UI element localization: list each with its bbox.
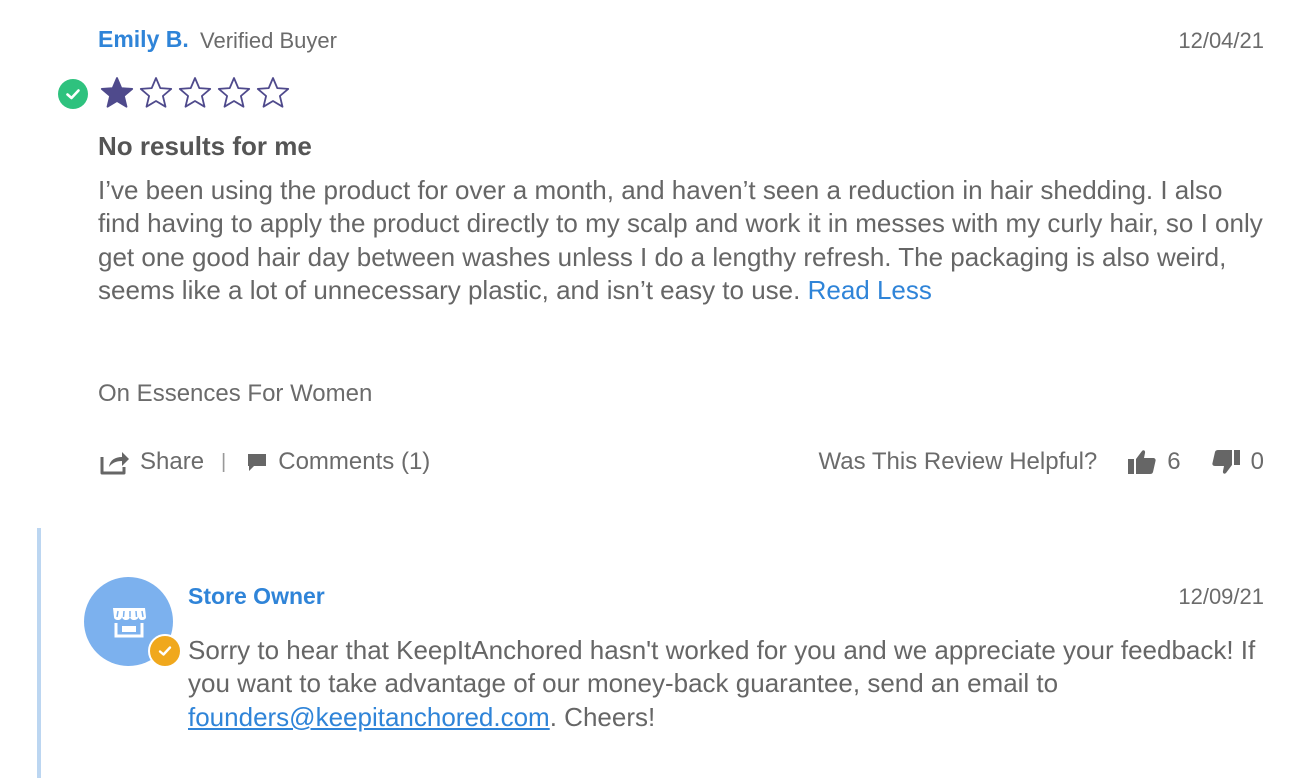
review-title: No results for me [98,131,312,161]
owner-verified-badge [148,634,182,668]
review-text: I’ve been using the product for over a m… [98,175,1263,306]
review-date: 12/04/21 [1178,28,1264,53]
share-icon [100,452,129,475]
thumbs-up-icon [1128,450,1156,474]
review-actions: Share | Comments (1) [98,444,430,480]
verified-check-icon [58,79,88,109]
star-rating [100,76,290,110]
reviewer-name[interactable]: Emily B. [98,26,189,53]
comments-button[interactable]: Comments (1) [246,448,430,476]
divider: | [221,450,227,473]
storefront-icon [112,607,146,637]
helpful-vote-row: Was This Review Helpful? 6 0 [819,444,1264,480]
store-owner-name: Store Owner [188,583,325,609]
email-link[interactable]: founders@keepitanchored.com [188,702,550,732]
star-empty-icon [139,77,173,108]
star-empty-icon [256,77,290,108]
owner-reply-text: Sorry to hear that KeepItAnchored hasn't… [188,634,1263,734]
thumbs-down-count: 0 [1250,448,1264,475]
share-label: Share [140,448,205,475]
review-body: I’ve been using the product for over a m… [98,174,1263,308]
reply-text-before: Sorry to hear that KeepItAnchored hasn't… [188,635,1256,699]
reply-text-after: . Cheers! [549,701,656,732]
comment-icon [248,454,267,471]
comments-label: Comments (1) [278,448,431,475]
thumbs-down-icon [1212,450,1240,474]
read-less-link[interactable]: Read Less [808,275,932,305]
verified-buyer-label: Verified Buyer [200,28,337,53]
reply-indent-rule [37,528,41,778]
thumbs-up-button[interactable]: 6 [1127,447,1181,477]
product-reference: On Essences For Women [98,380,373,407]
helpful-prompt: Was This Review Helpful? [818,448,1098,475]
star-empty-icon [217,77,251,108]
reply-date: 12/09/21 [1178,584,1264,609]
star-filled-icon [100,77,134,108]
share-button[interactable]: Share [98,448,204,476]
check-icon [158,646,172,656]
thumbs-down-button[interactable]: 0 [1211,447,1264,477]
thumbs-up-count: 6 [1167,448,1181,475]
star-empty-icon [178,77,212,108]
